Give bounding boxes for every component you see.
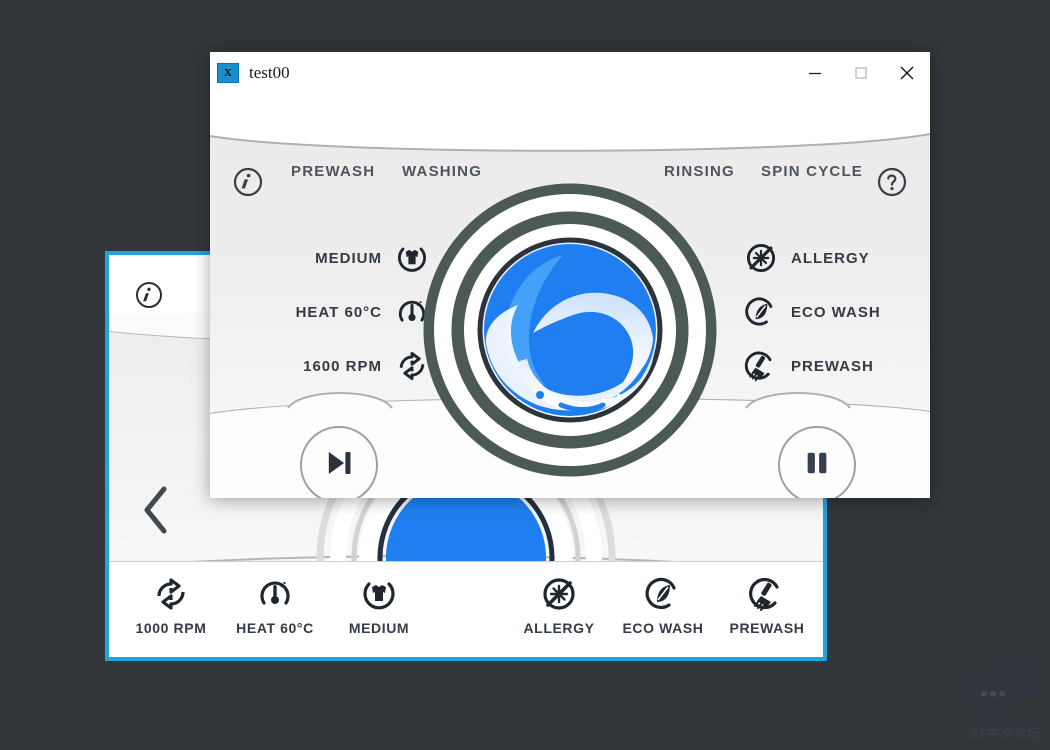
bg-option-spin[interactable]: 1000 RPM: [131, 574, 211, 636]
help-circle-icon[interactable]: [877, 167, 907, 202]
test00-window[interactable]: X test00 PREWASH WASHING RINSING SPIN CY…: [210, 52, 930, 498]
info-circle-icon[interactable]: [233, 167, 263, 202]
brush-icon: [743, 348, 779, 384]
close-icon[interactable]: [884, 52, 930, 94]
bg-option-allergy[interactable]: ALLERGY: [519, 574, 599, 636]
setting-eco-wash[interactable]: ECO WASH: [743, 294, 881, 330]
bg-option-label: ALLERGY: [523, 620, 595, 636]
setting-prewash[interactable]: PREWASH: [743, 348, 874, 384]
pause-stop-button-ring: [778, 426, 857, 498]
bg-option-label: ECO WASH: [622, 620, 704, 636]
no-allergen-icon: [539, 574, 579, 614]
bg-option-label: 1000 RPM: [135, 620, 207, 636]
bg-bottom-right-options: ALLERGY ECO WASH PREWASH: [519, 574, 807, 636]
setting-spin-speed[interactable]: 1600 RPM: [270, 348, 430, 384]
setting-load-level[interactable]: MEDIUM: [270, 240, 430, 276]
bg-window-bottombar: 1000 RPM HEAT 60°C MEDIUM ALLERGY ECO WA…: [109, 561, 823, 657]
bg-option-label: MEDIUM: [348, 620, 410, 636]
bg-bottom-left-options: 1000 RPM HEAT 60°C MEDIUM: [131, 574, 419, 636]
forum-watermark: ST中文论坛: [960, 662, 1050, 742]
tab-washing[interactable]: WASHING: [402, 163, 482, 180]
window-controls: [792, 52, 930, 94]
x-server-icon: X: [217, 63, 239, 83]
washer-control-panel: PREWASH WASHING RINSING SPIN CYCLE MEDIU…: [210, 94, 930, 498]
spin-rotate-icon: [151, 574, 191, 614]
watermark-text: ST中文论坛: [969, 726, 1041, 741]
setting-allergy[interactable]: ALLERGY: [743, 240, 870, 276]
skip-forward-icon: [322, 446, 356, 485]
bg-option-label: HEAT 60°C: [236, 620, 314, 636]
window-title: test00: [249, 63, 290, 82]
bg-option-label: PREWASH: [729, 620, 805, 636]
minimize-icon[interactable]: [792, 52, 838, 94]
eco-leaf-icon: [743, 294, 779, 330]
garment-load-icon: [359, 574, 399, 614]
running-button[interactable]: RUNNING: [298, 426, 379, 498]
washing-machine-drum-icon[interactable]: [423, 183, 717, 477]
running-button-ring: [299, 426, 378, 498]
tab-rinsing[interactable]: RINSING: [664, 163, 735, 180]
maximize-icon[interactable]: [838, 52, 884, 94]
setting-label: ECO WASH: [791, 303, 881, 321]
x-server-icon-letter: X: [224, 66, 232, 79]
brush-icon: [747, 574, 787, 614]
thermometer-gauge-icon: [255, 574, 295, 614]
no-allergen-icon: [743, 240, 779, 276]
tab-prewash[interactable]: PREWASH: [291, 163, 375, 180]
tab-spin-cycle[interactable]: SPIN CYCLE: [761, 163, 863, 180]
pause-icon: [800, 446, 834, 485]
chevron-left-icon[interactable]: [139, 483, 173, 537]
setting-label: ALLERGY: [791, 249, 870, 267]
setting-label: PREWASH: [791, 357, 874, 375]
setting-temperature[interactable]: HEAT 60°C: [270, 294, 430, 330]
eco-leaf-icon: [643, 574, 683, 614]
setting-label: 1600 RPM: [303, 357, 382, 375]
window-titlebar[interactable]: X test00: [210, 52, 930, 94]
bg-option-load[interactable]: MEDIUM: [339, 574, 419, 636]
info-circle-icon[interactable]: [135, 281, 163, 309]
bg-option-eco[interactable]: ECO WASH: [622, 574, 704, 636]
setting-label: HEAT 60°C: [295, 303, 382, 321]
bg-option-heat[interactable]: HEAT 60°C: [235, 574, 315, 636]
bg-option-prewash[interactable]: PREWASH: [727, 574, 807, 636]
pause-stop-button[interactable]: PAUSE / STOP: [756, 426, 879, 498]
setting-label: MEDIUM: [315, 249, 382, 267]
